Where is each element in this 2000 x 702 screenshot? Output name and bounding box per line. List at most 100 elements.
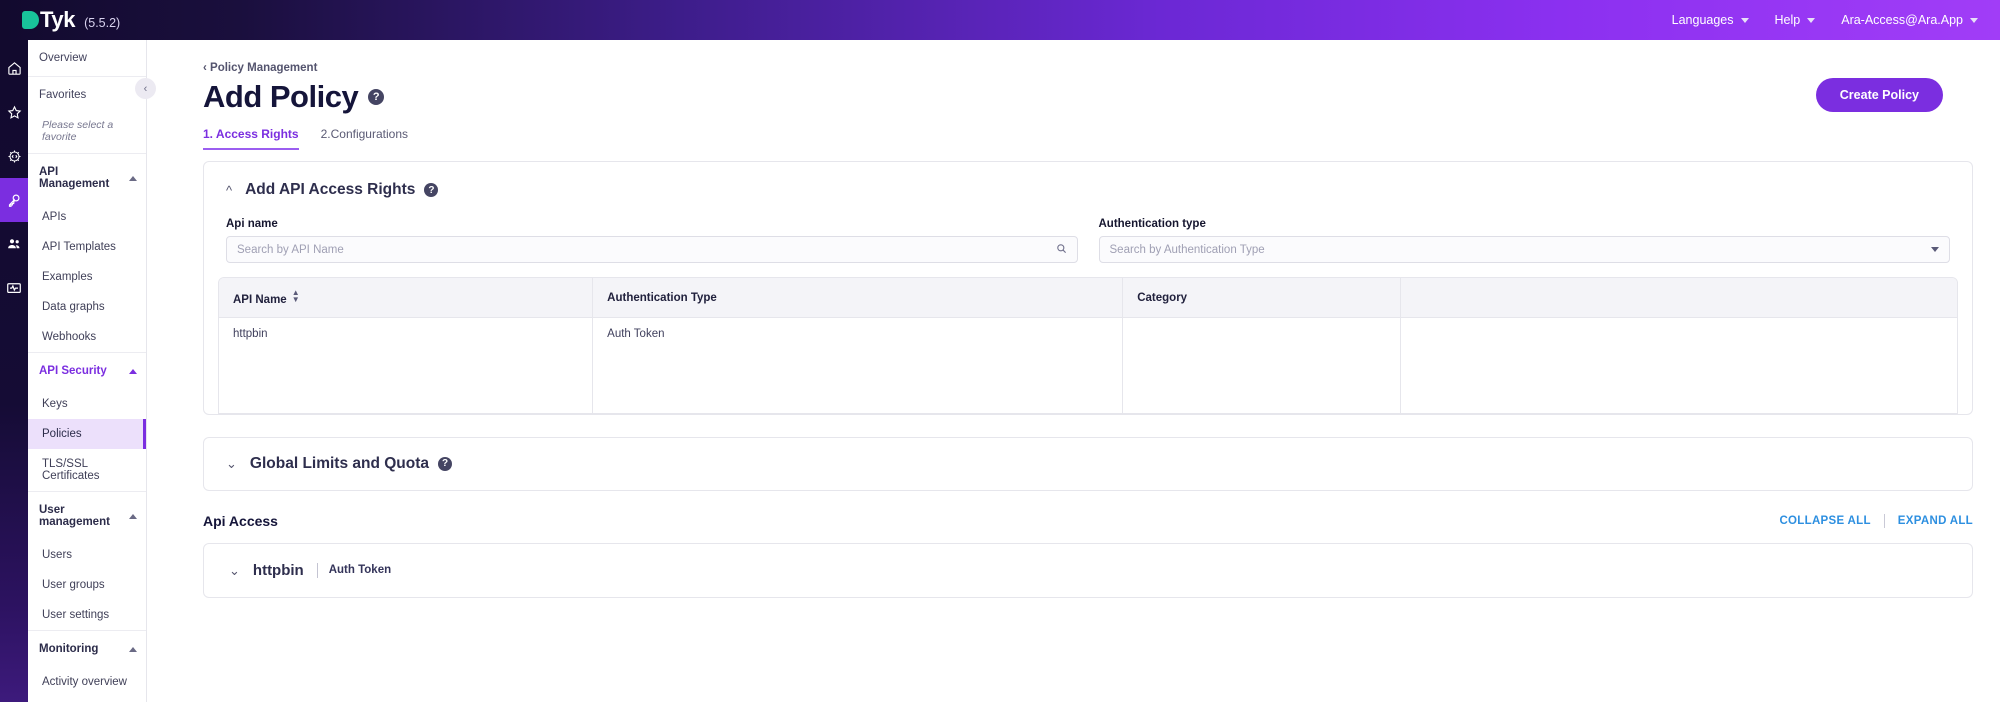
sidebar-item-keys[interactable]: Keys [28,389,146,419]
sidebar-item-tls-ssl-certificates[interactable]: TLS/SSL Certificates [28,449,146,491]
column-header-api-name[interactable]: API Name ▲ ▼ [219,278,594,318]
sidebar-item-examples[interactable]: Examples [28,262,146,292]
expand-all-link[interactable]: EXPAND ALL [1898,515,1973,527]
sidebar-item-activity-logs[interactable]: Activity logs [28,697,146,702]
api-name-label: Api name [226,218,278,230]
sidebar-header-api-management[interactable]: API Management [28,154,146,202]
api-access-rights-table-wrapper: API Name▲ ▼ Authentication Type Category … [218,277,1958,414]
collapse-all-link[interactable]: COLLAPSE ALL [1779,515,1870,527]
create-policy-button[interactable]: Create Policy [1815,78,1943,112]
search-api-name-input[interactable]: Search by API Name [226,236,1078,263]
card-title: Global Limits and Quota [249,454,430,472]
sidebar-group-user-management: User management Users User groups User s… [28,492,146,631]
sidebar-header-user-management[interactable]: User management [28,492,146,540]
chevron-down-icon [1740,17,1749,23]
sidebar-group-api-security: API Security Keys Policies TLS/SSL Certi… [28,353,146,492]
sidebar-item-data-graphs[interactable]: Data graphs [28,292,146,322]
rail-user-management-button[interactable] [0,222,28,266]
add-api-access-rights-header[interactable]: ^ Add API Access Rights ? [204,162,1972,211]
column-header-category[interactable]: Category [1122,278,1402,318]
api-access-title: Api Access [203,512,278,529]
languages-label: Languages [1671,13,1734,27]
chevron-down-icon[interactable]: ⌄ [226,457,237,470]
sidebar-collapse-toggle[interactable]: ‹ [135,78,156,99]
sidebar-header-monitoring[interactable]: Monitoring [28,631,146,667]
sidebar-item-apis[interactable]: APIs [28,202,146,232]
languages-menu[interactable]: Languages [1672,13,1749,27]
rail-home-button[interactable] [0,46,28,90]
api-access-accordion-item[interactable]: ⌄ httpbin Auth Token [203,542,1973,598]
brand-name: Tyk [40,7,76,32]
rail-monitoring-button[interactable] [0,266,28,310]
tab-configurations[interactable]: 2.Configurations [321,127,408,150]
breadcrumb[interactable]: ‹ Policy Management [203,62,2000,74]
users-icon [6,236,22,252]
chevron-left-icon: ‹ [203,62,207,74]
chevron-up-icon [129,513,137,519]
divider [316,562,318,578]
monitor-activity-icon [6,280,22,296]
sidebar-item-favorites[interactable]: Favorites [28,77,146,113]
sidebar-item-overview[interactable]: Overview [28,40,146,76]
sidebar-item-api-templates[interactable]: API Templates [28,232,146,262]
chevron-up-icon[interactable]: ^ [226,184,232,197]
star-icon [7,105,22,120]
sidebar-item-label: Overview [39,52,87,64]
sidebar-group-favorites: Favorites Please select a favorite [28,77,146,154]
api-name-field-group: Api name Search by API Name [226,218,1078,263]
favorites-empty-note: Please select a favorite [42,119,114,143]
divider [1883,513,1885,528]
help-menu[interactable]: Help [1775,13,1816,27]
help-icon[interactable]: ? [368,89,385,105]
account-menu[interactable]: Ara-Access@Ara.App [1841,13,1978,27]
sidebar-item-policies[interactable]: Policies [28,419,146,449]
chevron-down-icon[interactable]: ⌄ [229,564,240,577]
search-icon[interactable] [1056,243,1067,257]
chevron-down-icon [1970,17,1978,23]
chevron-down-icon[interactable] [1931,247,1939,252]
search-auth-type-select[interactable]: Search by Authentication Type [1098,236,1950,263]
column-header-authentication-type[interactable]: Authentication Type [592,278,1124,318]
chevron-up-icon [129,368,137,374]
top-bar: Tyk (5.5.2) Languages Help Ara-Access@Ar… [0,0,2000,40]
cell-api-name: httpbin [219,317,594,413]
sort-icon[interactable]: ▲ ▼ [292,289,300,304]
cell-actions [1401,318,1957,413]
sidebar-item-activity-overview[interactable]: Activity overview [28,667,146,697]
sidebar-header-label: API Security [39,365,107,377]
global-limits-and-quota-card[interactable]: ⌄ Global Limits and Quota ? [203,436,1973,491]
sidebar-header-label: API Management [39,166,110,190]
table-body: httpbin Auth Token [219,317,1957,413]
tab-bar: 1. Access Rights 2.Configurations [203,127,2000,150]
rail-api-security-button[interactable] [0,178,28,222]
column-label: API Name [233,294,287,306]
key-icon [7,193,22,208]
sidebar-group-overview: Overview [28,40,146,77]
auth-type-field-group: Authentication type Search by Authentica… [1098,218,1950,263]
account-label: Ara-Access@Ara.App [1841,13,1963,27]
chevron-left-icon: ‹ [143,82,148,95]
card-title: Add API Access Rights [245,181,416,198]
sidebar-header-label: User management [39,504,110,528]
sidebar-item-label: Favorites [39,89,87,101]
accordion-api-name: httpbin [252,561,304,579]
table-header: API Name ▲ ▼ Authentication Type Category [219,278,1957,318]
help-icon[interactable]: ? [438,456,453,471]
help-icon[interactable]: ? [424,183,439,197]
column-header-actions [1400,278,1957,318]
rail-favorites-button[interactable] [0,90,28,134]
home-icon [7,61,22,76]
rail-api-management-button[interactable] [0,134,28,178]
sidebar-item-users[interactable]: Users [28,540,146,570]
icon-rail [0,40,28,702]
sidebar-item-user-settings[interactable]: User settings [28,600,146,630]
sidebar-header-api-security[interactable]: API Security [28,353,146,389]
sidebar-item-user-groups[interactable]: User groups [28,570,146,600]
api-access-rights-table: API Name▲ ▼ Authentication Type Category … [219,278,1957,413]
breadcrumb-label: Policy Management [210,62,318,74]
sidebar-item-webhooks[interactable]: Webhooks [28,322,146,352]
tab-access-rights[interactable]: 1. Access Rights [203,127,299,150]
chevron-up-icon [129,646,137,652]
brand-logo[interactable]: Tyk (5.5.2) [22,7,120,33]
table-row[interactable]: httpbin Auth Token [219,317,1957,413]
